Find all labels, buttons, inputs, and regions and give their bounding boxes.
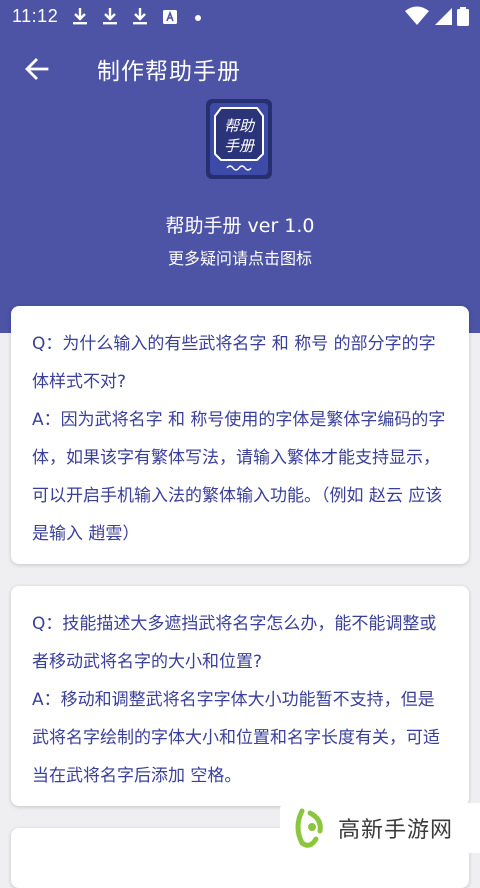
back-button[interactable] [14, 46, 60, 92]
watermark-logo-icon [295, 808, 323, 848]
download-icon [133, 8, 147, 25]
download-icon [73, 8, 87, 25]
watermark: 高新手游网 [280, 803, 480, 853]
toolbar: 制作帮助手册 [0, 34, 480, 104]
help-manual-app-icon[interactable]: 帮助 手册 [205, 98, 273, 180]
app-version: 帮助手册 ver 1.0 [165, 215, 315, 237]
status-time: 11:12 [12, 6, 59, 26]
page-title: 制作帮助手册 [97, 59, 241, 85]
arrow-left-icon [25, 58, 49, 80]
font-icon [163, 10, 177, 24]
faq-answer: A：因为武将名字 和 称号使用的字体是繁体字编码的字体，如果该字有繁体写法，请输… [32, 410, 446, 544]
faq-card: Q：为什么输入的有些武将名字 和 称号 的部分字的字体样式不对? A：因为武将名… [11, 306, 469, 564]
cellular-icon [435, 8, 452, 25]
battery-icon [457, 7, 469, 26]
app-icon-label-bottom: 手册 [224, 137, 256, 155]
faq-answer: A：移动和调整武将名字字体大小功能暂不支持，但是武将名字绘制的字体大小和位置和名… [32, 690, 440, 786]
faq-question: Q：技能描述大多遮挡武将名字怎么办，能不能调整或者移动武将名字的大小和位置? [32, 614, 437, 672]
download-icon [103, 8, 117, 25]
header: 11:12 制作帮助手册 帮助 手册 帮助手册 ver 1.0 更多疑问请点击图… [0, 0, 480, 333]
faq-question: Q：为什么输入的有些武将名字 和 称号 的部分字的字体样式不对? [32, 334, 436, 392]
app-icon-label-top: 帮助 [224, 117, 256, 135]
watermark-text: 高新手游网 [338, 818, 454, 843]
status-bar: 11:12 [0, 0, 480, 34]
app-hint: 更多疑问请点击图标 [167, 249, 312, 268]
wifi-icon [405, 6, 429, 25]
faq-card: Q：技能描述大多遮挡武将名字怎么办，能不能调整或者移动武将名字的大小和位置? A… [11, 586, 469, 806]
dot-icon [195, 15, 201, 21]
